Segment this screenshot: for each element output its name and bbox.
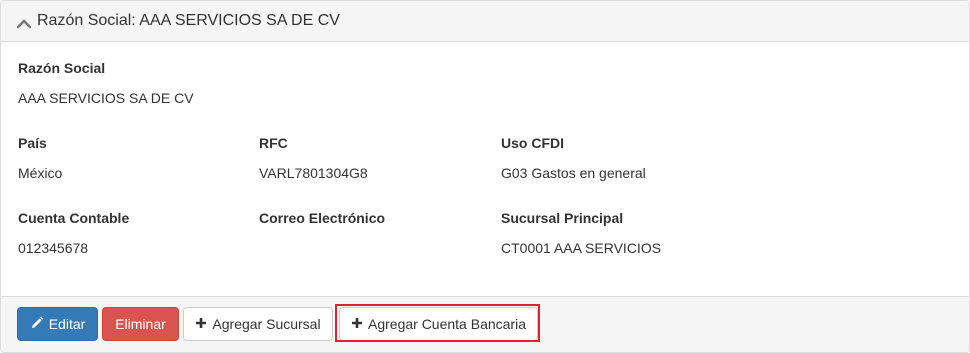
correo-label: Correo Electrónico xyxy=(259,210,386,226)
cuenta-contable-label: Cuenta Contable xyxy=(18,210,130,226)
razon-social-label: Razón Social xyxy=(18,60,106,76)
plus-icon xyxy=(351,316,363,332)
pais-label: País xyxy=(18,135,47,151)
pais-value: México xyxy=(18,165,63,181)
rfc-value: VARL7801304G8 xyxy=(259,165,368,181)
cuenta-contable-value: 012345678 xyxy=(18,240,89,256)
sucursal-principal-label: Sucursal Principal xyxy=(501,210,624,226)
add-branch-label: Agregar Sucursal xyxy=(212,316,321,332)
rfc-label: RFC xyxy=(259,135,288,151)
panel-footer: Editar Eliminar Agregar Sucursal Agregar… xyxy=(1,296,969,352)
plus-icon xyxy=(195,316,207,332)
uso-cfdi-label: Uso CFDI xyxy=(501,135,564,151)
uso-cfdi-value: G03 Gastos en general xyxy=(501,165,646,181)
add-bank-account-label: Agregar Cuenta Bancaria xyxy=(368,316,526,332)
razon-social-panel: Razón Social: AAA SERVICIOS SA DE CV Raz… xyxy=(0,0,970,353)
panel-heading[interactable]: Razón Social: AAA SERVICIOS SA DE CV xyxy=(1,1,969,42)
add-branch-button[interactable]: Agregar Sucursal xyxy=(183,307,333,341)
panel-title: Razón Social: AAA SERVICIOS SA DE CV xyxy=(37,12,340,29)
delete-label: Eliminar xyxy=(115,316,166,332)
edit-label: Editar xyxy=(48,316,86,332)
add-bank-account-button[interactable]: Agregar Cuenta Bancaria xyxy=(339,307,538,341)
chevron-up-icon xyxy=(16,16,32,29)
delete-button[interactable]: Eliminar xyxy=(102,307,179,341)
pencil-icon xyxy=(30,316,44,333)
panel-body: Razón Social AAA SERVICIOS SA DE CV País… xyxy=(1,42,969,296)
edit-button[interactable]: Editar xyxy=(17,307,98,341)
sucursal-principal-value: CT0001 AAA SERVICIOS xyxy=(501,240,662,256)
razon-social-value: AAA SERVICIOS SA DE CV xyxy=(18,90,194,106)
